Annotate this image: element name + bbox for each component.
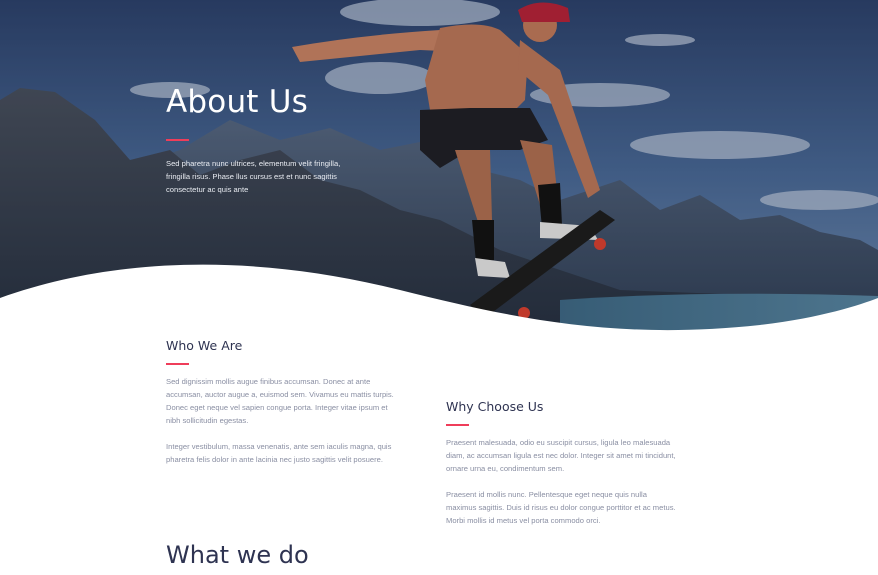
why-choose-us-title: Why Choose Us bbox=[446, 399, 544, 414]
why-choose-us-underline bbox=[446, 424, 469, 426]
who-we-are-paragraph-1: Sed dignissim mollis augue finibus accum… bbox=[166, 377, 394, 425]
why-choose-us-paragraph-1: Praesent malesuada, odio eu suscipit cur… bbox=[446, 438, 676, 473]
hero-title-underline bbox=[166, 139, 189, 141]
hero-title: About Us bbox=[166, 84, 308, 120]
who-we-are-title: Who We Are bbox=[166, 338, 243, 353]
why-choose-us-paragraph-2: Praesent id mollis nunc. Pellentesque eg… bbox=[446, 490, 676, 525]
hero-description: Sed pharetra nunc ultrices, elementum ve… bbox=[166, 159, 341, 194]
who-we-are-underline bbox=[166, 363, 189, 365]
hero-section: About Us Sed pharetra nunc ultrices, ele… bbox=[0, 0, 878, 340]
who-we-are-paragraph-2: Integer vestibulum, massa venenatis, ant… bbox=[166, 442, 392, 464]
what-we-do-title: What we do bbox=[166, 541, 309, 569]
hero-background-image bbox=[0, 0, 878, 340]
